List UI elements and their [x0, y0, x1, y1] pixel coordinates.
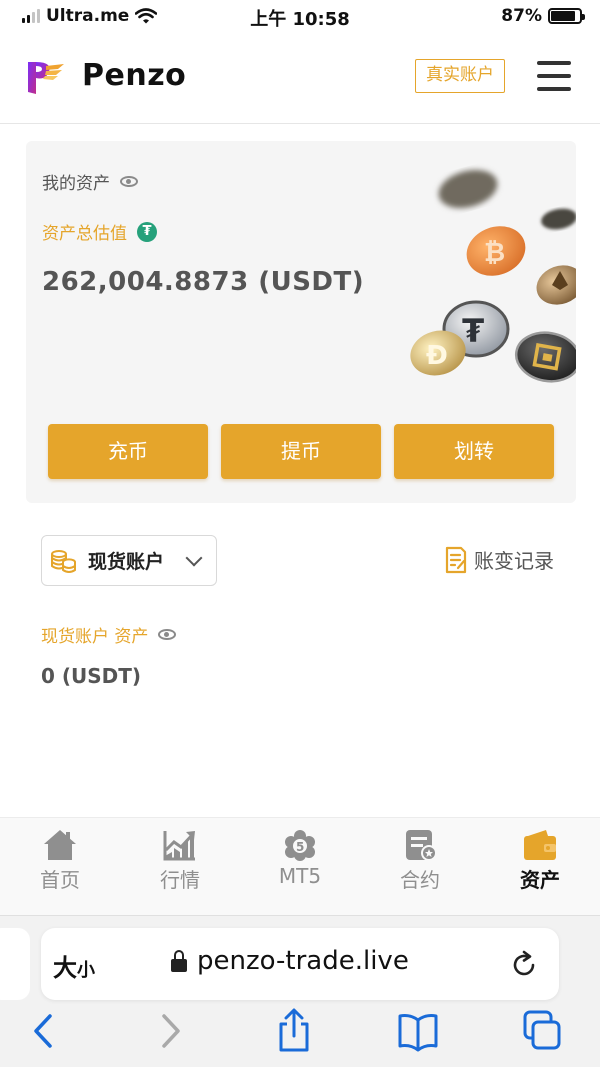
- share-icon[interactable]: [274, 1008, 314, 1054]
- transfer-button[interactable]: 划转: [394, 424, 554, 479]
- tab-home[interactable]: 首页: [0, 818, 120, 915]
- browser-toolbar: 大小 penzo-trade.live: [0, 915, 600, 1067]
- wallet-icon: [524, 830, 556, 860]
- tab-mt5[interactable]: 5 MT5: [240, 818, 360, 915]
- brand-name: Penzo: [82, 58, 187, 93]
- tab-label: 行情: [160, 868, 200, 892]
- crypto-coins-illustration-icon: ₿ ₮ Ð: [410, 169, 576, 383]
- status-bar: Ultra.me 上午 10:58 87%: [0, 0, 600, 34]
- bottom-tab-bar: 首页 行情 5 MT5 合约 资产: [0, 817, 600, 915]
- battery-fill: [551, 11, 576, 21]
- my-assets-row: 我的资产: [42, 169, 138, 194]
- tab-market[interactable]: 行情: [120, 818, 240, 915]
- usdt-icon: ₮: [137, 221, 157, 242]
- lock-icon: [171, 950, 187, 972]
- spot-assets-row: 现货账户 资产: [41, 622, 177, 647]
- withdraw-button[interactable]: 提币: [221, 424, 381, 479]
- text-size-button[interactable]: 大小: [53, 948, 95, 983]
- hamburger-menu-icon[interactable]: [537, 59, 571, 93]
- total-asset-value: 262,004.8873 (USDT): [42, 267, 365, 297]
- text-size-big: 大: [53, 954, 77, 982]
- mt5-icon: 5: [285, 830, 315, 861]
- transaction-history-link[interactable]: 账变记录: [444, 545, 554, 574]
- svg-text:₿: ₿: [484, 238, 505, 268]
- tab-label: 合约: [400, 868, 440, 892]
- deposit-button[interactable]: 充币: [48, 424, 208, 479]
- tab-label: MT5: [278, 864, 322, 888]
- url-display[interactable]: penzo-trade.live: [171, 946, 409, 976]
- asset-action-row: 充币 提币 划转: [48, 424, 554, 479]
- bookmarks-icon[interactable]: [398, 1008, 438, 1054]
- chevron-down-icon: [185, 549, 203, 566]
- penzo-logo-icon[interactable]: [24, 58, 66, 96]
- asset-summary-card: 我的资产 资产总估值 ₮ 262,004.8873 (USDT) ₿ ₮ Ð 充…: [26, 141, 576, 503]
- tab-label: 首页: [40, 868, 80, 892]
- text-size-small: 小: [77, 960, 95, 981]
- eye-icon[interactable]: [120, 176, 138, 187]
- tab-assets[interactable]: 资产: [480, 818, 600, 915]
- svg-text:₮: ₮: [462, 312, 484, 350]
- browser-nav-row: [0, 1008, 600, 1058]
- eye-icon[interactable]: [158, 629, 177, 640]
- home-icon: [44, 830, 76, 860]
- coin-stack-icon: [51, 549, 76, 573]
- history-label: 账变记录: [474, 549, 554, 573]
- status-right: 87%: [501, 6, 585, 26]
- forward-icon[interactable]: [150, 1008, 190, 1054]
- market-chart-icon: [163, 831, 195, 861]
- spot-assets-label: 现货账户 资产: [41, 627, 149, 647]
- tab-label: 资产: [520, 868, 560, 892]
- previous-tab-preview[interactable]: [0, 928, 30, 1000]
- my-assets-label: 我的资产: [42, 174, 110, 194]
- tab-contract[interactable]: 合约: [360, 818, 480, 915]
- account-type-select[interactable]: 现货账户: [41, 535, 217, 586]
- svg-text:Ð: Ð: [426, 341, 448, 371]
- estimated-value-label: 资产总估值: [42, 224, 127, 244]
- estimated-value-row: 资产总估值 ₮: [42, 219, 157, 244]
- svg-text:5: 5: [296, 840, 304, 854]
- account-type-label: 现货账户: [88, 551, 165, 573]
- battery-percent: 87%: [501, 6, 542, 26]
- spot-asset-value: 0 (USDT): [41, 664, 142, 688]
- reload-icon[interactable]: [509, 950, 539, 980]
- url-text: penzo-trade.live: [197, 946, 409, 976]
- back-icon[interactable]: [24, 1008, 64, 1054]
- battery-icon: [548, 8, 585, 24]
- contract-icon: [406, 830, 437, 861]
- tabs-icon[interactable]: [522, 1008, 562, 1054]
- address-bar[interactable]: 大小 penzo-trade.live: [41, 928, 559, 1000]
- real-account-button[interactable]: 真实账户: [415, 59, 505, 93]
- record-list-icon: [445, 546, 467, 573]
- app-header: Penzo 真实账户: [0, 34, 600, 124]
